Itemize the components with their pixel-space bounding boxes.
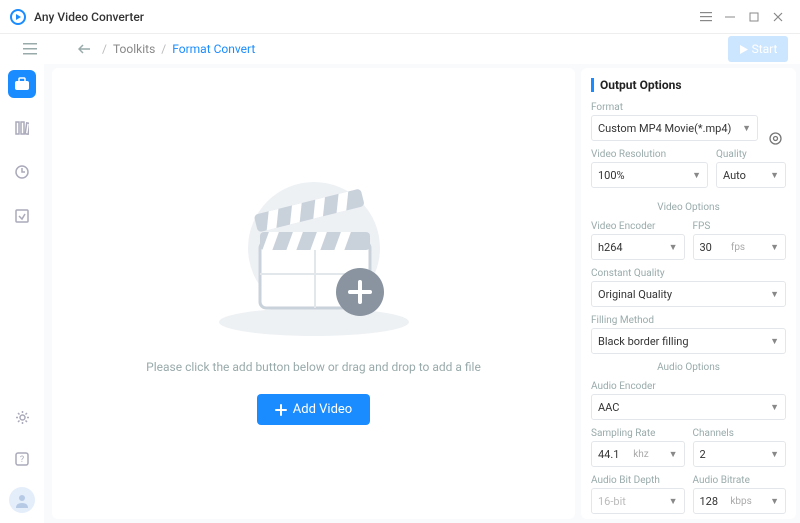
clapperboard-icon: [204, 162, 424, 342]
start-button[interactable]: Start: [728, 36, 788, 62]
user-avatar[interactable]: [9, 487, 35, 513]
video-options-section: Video Options: [591, 202, 786, 213]
fps-select[interactable]: 30 fps ▼: [693, 234, 787, 260]
resolution-select[interactable]: 100% ▼: [591, 162, 708, 188]
quality-select[interactable]: Auto ▼: [716, 162, 786, 188]
channels-label: Channels: [693, 428, 787, 439]
title-bar: Any Video Converter: [0, 0, 800, 34]
chevron-down-icon: ▼: [669, 242, 678, 253]
quality-label: Quality: [716, 149, 786, 160]
start-label: Start: [752, 42, 778, 56]
channels-select[interactable]: 2 ▼: [693, 441, 787, 467]
panel-title: Output Options: [591, 78, 786, 92]
drop-zone[interactable]: Please click the add button below or dra…: [52, 68, 575, 519]
chevron-down-icon: ▼: [770, 449, 779, 460]
format-select[interactable]: Custom MP4 Movie(*.mp4) ▼: [591, 115, 758, 141]
minimize-button[interactable]: [718, 5, 742, 29]
chevron-down-icon: ▼: [770, 242, 779, 253]
close-button[interactable]: [766, 5, 790, 29]
main-area: Please click the add button below or dra…: [44, 64, 800, 523]
aencoder-label: Audio Encoder: [591, 381, 786, 392]
top-bar: / Toolkits / Format Convert Start: [0, 34, 800, 64]
sidebar: ?: [0, 64, 44, 523]
content: ?: [0, 64, 800, 523]
sidebar-item-library[interactable]: [8, 114, 36, 142]
vencoder-select[interactable]: h264 ▼: [591, 234, 685, 260]
chevron-down-icon: ▼: [742, 123, 751, 134]
chevron-down-icon: ▼: [669, 496, 678, 507]
resolution-label: Video Resolution: [591, 149, 708, 160]
fps-label: FPS: [693, 221, 787, 232]
maximize-button[interactable]: [742, 5, 766, 29]
aencoder-select[interactable]: AAC ▼: [591, 394, 786, 420]
chevron-down-icon: ▼: [770, 289, 779, 300]
chevron-down-icon: ▼: [669, 449, 678, 460]
bitdepth-label: Audio Bit Depth: [591, 475, 685, 486]
cq-label: Constant Quality: [591, 268, 786, 279]
app-title: Any Video Converter: [34, 10, 144, 24]
add-video-button[interactable]: Add Video: [257, 394, 370, 425]
chevron-down-icon: ▼: [692, 170, 701, 181]
fill-label: Filling Method: [591, 315, 786, 326]
fill-select[interactable]: Black border filling ▼: [591, 328, 786, 354]
app-logo-icon: [10, 9, 26, 25]
sidebar-item-help[interactable]: ?: [8, 445, 36, 473]
sidebar-item-output[interactable]: [8, 202, 36, 230]
abitrate-select[interactable]: 128 kbps ▼: [693, 488, 787, 514]
chevron-down-icon: ▼: [770, 496, 779, 507]
vencoder-label: Video Encoder: [591, 221, 685, 232]
svg-text:?: ?: [20, 455, 24, 465]
bitdepth-select: 16-bit ▼: [591, 488, 685, 514]
menu-icon[interactable]: [694, 5, 718, 29]
chevron-down-icon: ▼: [770, 170, 779, 181]
srate-label: Sampling Rate: [591, 428, 685, 439]
breadcrumb-current: Format Convert: [172, 42, 255, 56]
hamburger-icon[interactable]: [20, 39, 40, 59]
back-icon[interactable]: [78, 44, 90, 54]
sidebar-item-history[interactable]: [8, 158, 36, 186]
breadcrumb-root[interactable]: Toolkits: [113, 42, 155, 56]
output-panel: Output Options Format Custom MP4 Movie(*…: [581, 68, 796, 519]
cq-select[interactable]: Original Quality ▼: [591, 281, 786, 307]
srate-select[interactable]: 44.1 khz ▼: [591, 441, 685, 467]
abitrate-label: Audio Bitrate: [693, 475, 787, 486]
breadcrumb: / Toolkits / Format Convert: [78, 42, 255, 56]
sidebar-item-settings[interactable]: [8, 403, 36, 431]
sidebar-item-toolkit[interactable]: [8, 70, 36, 98]
format-settings-button[interactable]: [764, 127, 786, 149]
chevron-down-icon: ▼: [770, 336, 779, 347]
chevron-down-icon: ▼: [770, 402, 779, 413]
drop-hint: Please click the add button below or dra…: [146, 360, 481, 374]
format-label: Format: [591, 102, 758, 113]
audio-options-section: Audio Options: [591, 362, 786, 373]
add-video-label: Add Video: [293, 402, 352, 417]
